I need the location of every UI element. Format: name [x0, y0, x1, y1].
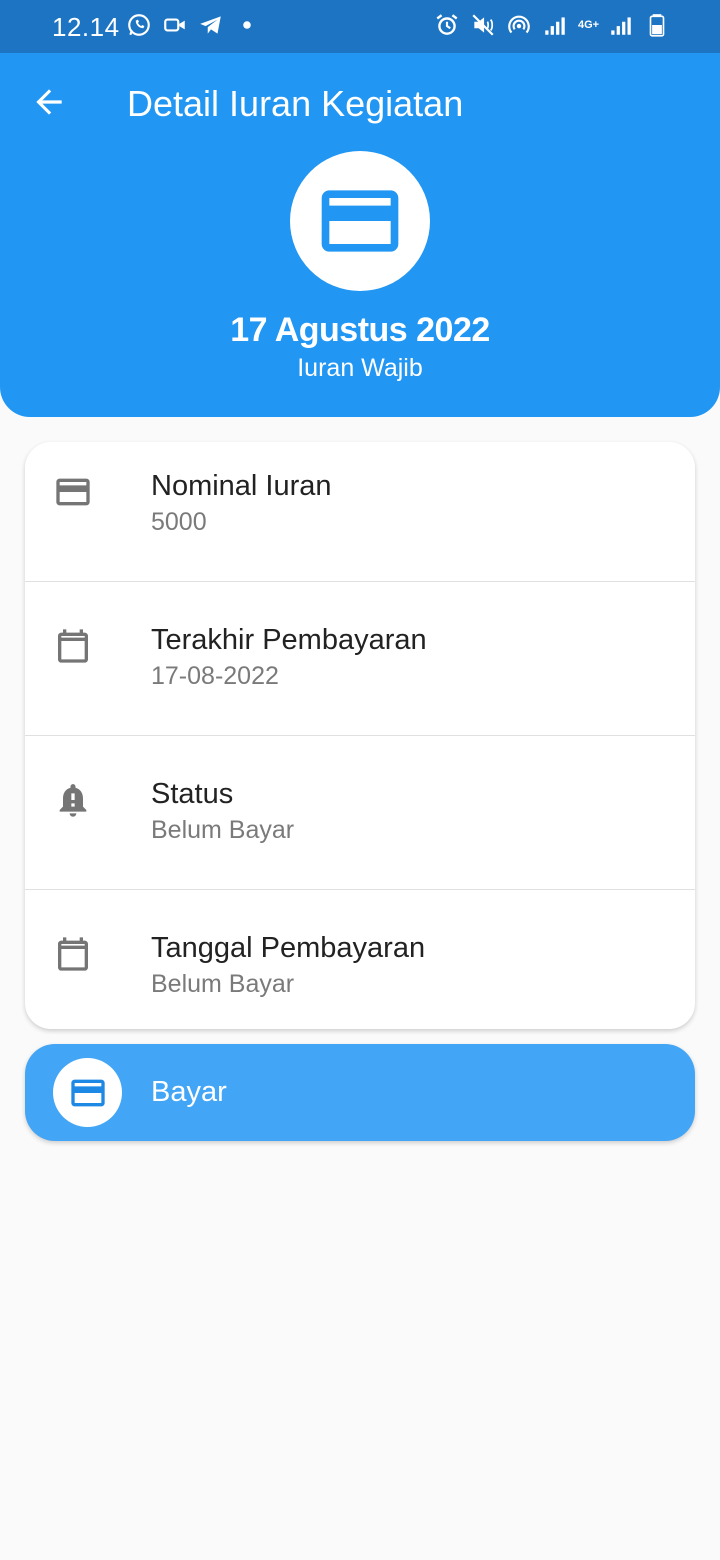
calendar-icon — [53, 626, 93, 666]
mute-icon — [470, 12, 496, 38]
row-label: Nominal Iuran — [151, 470, 332, 502]
row-value: 5000 — [151, 508, 207, 536]
telegram-icon — [198, 12, 224, 38]
notification-icons — [126, 12, 260, 38]
row-value: 17-08-2022 — [151, 662, 279, 690]
signal-icon — [542, 12, 568, 38]
details-card: Nominal Iuran 5000 Terakhir Pembayaran 1… — [25, 442, 695, 1029]
pay-button-label: Bayar — [151, 1076, 227, 1108]
header-avatar — [290, 151, 430, 291]
row-label: Terakhir Pembayaran — [151, 624, 427, 656]
pay-icon-circle — [53, 1058, 122, 1127]
signal-icon — [608, 12, 634, 38]
bell-alert-icon — [53, 780, 93, 820]
list-item-payment-date: Tanggal Pembayaran Belum Bayar — [25, 890, 695, 1029]
row-label: Tanggal Pembayaran — [151, 932, 426, 964]
credit-card-icon — [321, 190, 399, 252]
status-time: 12.14 — [52, 12, 120, 42]
battery-icon — [644, 12, 670, 38]
hotspot-icon — [506, 12, 532, 38]
status-bar: 12.14 4G+ — [0, 0, 720, 53]
4g-icon: 4G+ — [578, 18, 600, 31]
fee-type: Iuran Wajib — [297, 354, 423, 382]
page-title: Detail Iuran Kegiatan — [127, 83, 464, 124]
whatsapp-icon — [126, 12, 152, 38]
activity-date: 17 Agustus 2022 — [230, 311, 490, 349]
calendar-icon — [53, 934, 93, 974]
row-value: Belum Bayar — [151, 970, 295, 998]
pay-button[interactable]: Bayar — [25, 1044, 695, 1141]
back-button[interactable] — [30, 83, 68, 121]
arrow-back-icon — [36, 89, 62, 115]
system-icons: 4G+ — [434, 12, 670, 38]
list-item-status: Status Belum Bayar — [25, 736, 695, 890]
video-call-icon — [162, 12, 188, 38]
credit-card-icon — [70, 1079, 105, 1106]
header: Detail Iuran Kegiatan 17 Agustus 2022 Iu… — [0, 53, 720, 417]
row-label: Status — [151, 778, 234, 810]
credit-card-icon — [53, 472, 93, 512]
dot-icon — [234, 12, 260, 38]
row-value: Belum Bayar — [151, 816, 295, 844]
list-item-last-payment: Terakhir Pembayaran 17-08-2022 — [25, 582, 695, 736]
alarm-icon — [434, 12, 460, 38]
list-item-nominal: Nominal Iuran 5000 — [25, 442, 695, 582]
